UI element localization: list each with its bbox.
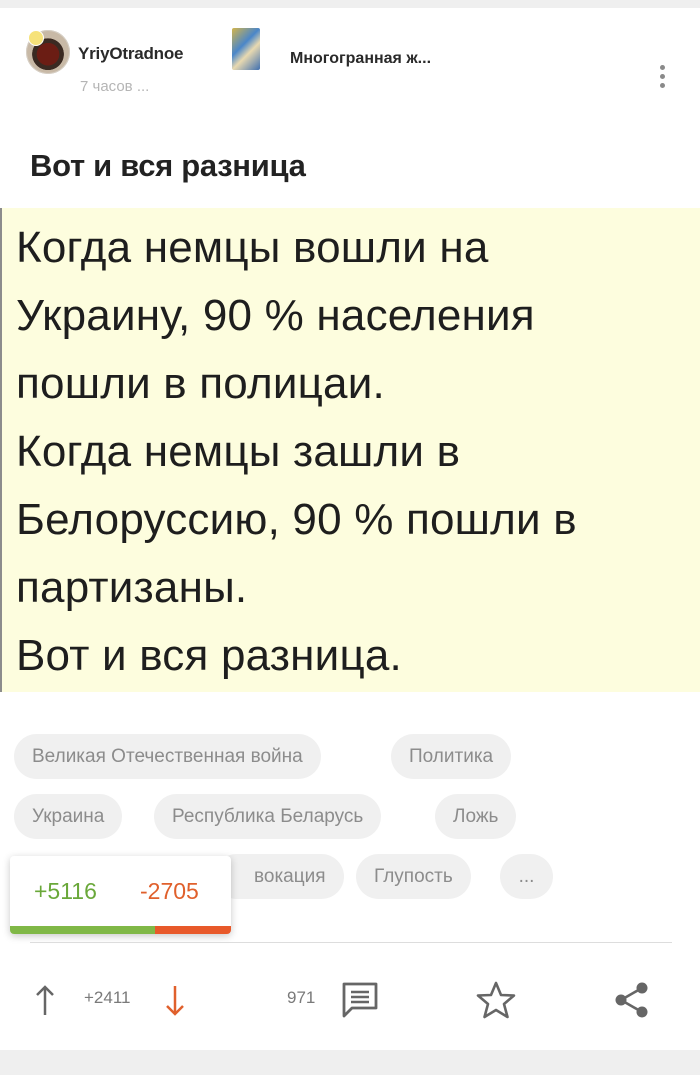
post-image[interactable]: Когда немцы вошли на Украину, 90 % насел…: [0, 208, 700, 692]
comments-count[interactable]: 971: [287, 988, 315, 1008]
rating-plus: +5116: [34, 878, 97, 904]
post-card: YriyOtradnoe 7 часов ... Многогранная ж.…: [0, 8, 700, 1050]
avatar-badge-icon: [28, 30, 44, 46]
footer-divider: [30, 942, 672, 943]
post-title[interactable]: Вот и вся разница: [30, 148, 306, 184]
community-avatar[interactable]: [232, 28, 260, 70]
tag[interactable]: Великая Отечественная война: [14, 734, 321, 779]
more-tags-button[interactable]: ...: [500, 854, 553, 899]
post-time: 7 часов ...: [80, 78, 150, 95]
community-name[interactable]: Многогранная ж...: [290, 50, 431, 68]
share-icon[interactable]: [612, 980, 652, 1020]
tag[interactable]: Глупость: [356, 854, 471, 899]
author-name[interactable]: YriyOtradnoe: [78, 44, 183, 64]
arrow-down-icon[interactable]: [164, 982, 186, 1018]
rating-popup: +5116 -2705: [10, 856, 231, 934]
tag[interactable]: Ложь: [435, 794, 517, 839]
star-icon[interactable]: [476, 980, 516, 1020]
tag[interactable]: Республика Беларусь: [154, 794, 382, 839]
tag[interactable]: Украина: [14, 794, 123, 839]
tag[interactable]: Политика: [391, 734, 512, 779]
comment-icon[interactable]: [340, 980, 380, 1020]
author-avatar[interactable]: [26, 30, 70, 74]
rating-bar-plus: [10, 926, 155, 934]
more-vertical-icon[interactable]: [656, 65, 668, 95]
post-header: YriyOtradnoe 7 часов ... Многогранная ж.…: [0, 8, 700, 118]
tag[interactable]: вокация: [214, 854, 344, 899]
arrow-up-icon[interactable]: [34, 983, 56, 1019]
rating-bar-minus: [155, 926, 231, 934]
rating-minus: -2705: [140, 878, 199, 904]
post-image-text: Когда немцы вошли на Украину, 90 % насел…: [16, 223, 577, 680]
upvote-count: +2411: [84, 988, 131, 1007]
